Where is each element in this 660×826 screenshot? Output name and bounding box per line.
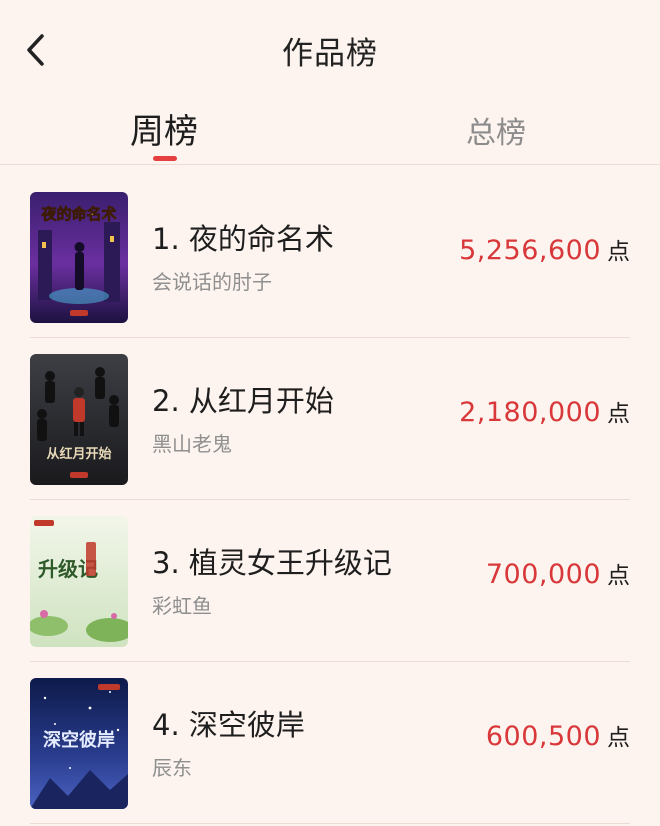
tab-weekly[interactable]: 周榜 (130, 104, 198, 153)
tab-total[interactable]: 总榜 (466, 108, 526, 152)
list-item[interactable]: 升级记 3. 植灵女王升级记 彩虹鱼 700,000 点 (0, 500, 660, 662)
tab-bar: 周榜 总榜 (0, 96, 660, 165)
active-tab-indicator (153, 156, 177, 161)
book-author: 辰东 (152, 756, 192, 780)
score-value: 5,256,600 (459, 235, 601, 266)
score-value: 2,180,000 (459, 397, 601, 428)
book-title: 3. 植灵女王升级记 (152, 546, 392, 580)
book-author: 会说话的肘子 (152, 270, 272, 294)
score-unit: 点 (607, 563, 630, 589)
list-item[interactable]: 从红月开始 2. 从红月开始 黑山老鬼 2,180,000 点 (0, 338, 660, 500)
book-title: 2. 从红月开始 (152, 384, 334, 418)
score: 5,256,600 点 (459, 232, 630, 266)
row-divider (30, 823, 630, 824)
book-author: 彩虹鱼 (152, 594, 212, 618)
page-title: 作品榜 (282, 36, 378, 72)
list-item[interactable]: 深空彼岸 4. 深空彼岸 辰东 600,500 点 (0, 662, 660, 824)
cover-title-text: 从红月开始 (46, 446, 111, 462)
list-item[interactable]: 夜的命名术 1. 夜的命名术 会说话的肘子 5,256,600 点 (0, 176, 660, 338)
book-author: 黑山老鬼 (152, 432, 232, 456)
book-title: 4. 深空彼岸 (152, 708, 305, 742)
book-cover: 升级记 (30, 516, 128, 647)
book-cover: 从红月开始 (30, 354, 128, 485)
score-unit: 点 (607, 725, 630, 751)
cover-title-text: 深空彼岸 (43, 729, 115, 751)
score-unit: 点 (607, 239, 630, 265)
score: 600,500 点 (486, 718, 630, 752)
score: 700,000 点 (486, 556, 630, 590)
top-bar: 作品榜 (0, 0, 660, 96)
book-cover: 深空彼岸 (30, 678, 128, 809)
score-value: 700,000 (485, 559, 601, 590)
cover-title-text: 夜的命名术 (40, 205, 116, 223)
score-value: 600,500 (485, 721, 601, 752)
book-cover: 夜的命名术 (30, 192, 128, 323)
score-unit: 点 (607, 401, 630, 427)
book-title: 1. 夜的命名术 (152, 222, 334, 256)
score: 2,180,000 点 (459, 394, 630, 428)
